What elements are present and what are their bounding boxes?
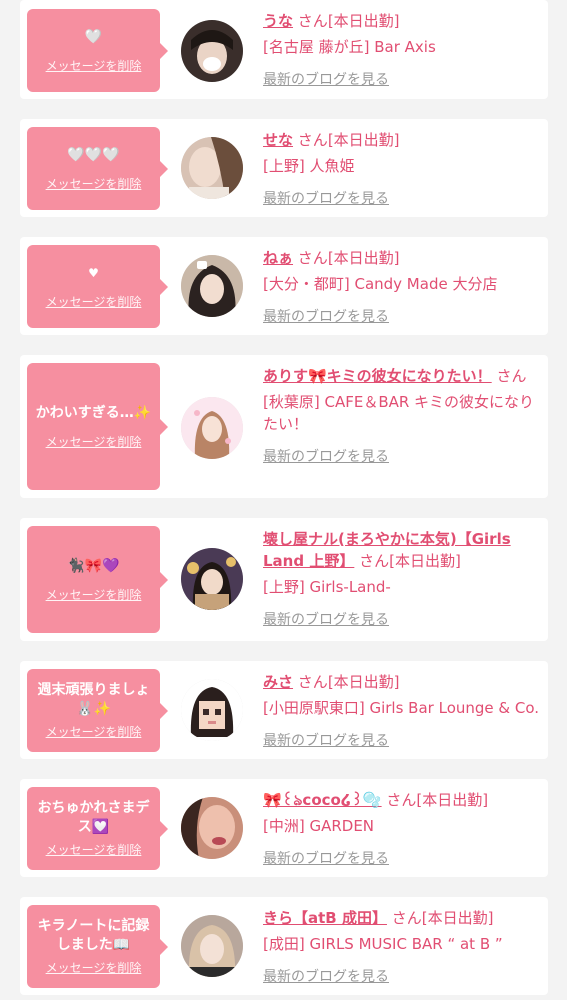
latest-blog-link[interactable]: 最新のブログを見る [263, 730, 543, 752]
cast-name-link[interactable]: きら【atB 成田】 [263, 909, 387, 927]
shop-info: [小田原駅東口] Girls Bar Lounge & Co. [263, 699, 540, 717]
avatar[interactable] [181, 679, 243, 741]
favorite-card: 🤍 メッセージを削除 うな さん[本日出勤] [名古屋 藤が丘] Bar Axi… [20, 0, 548, 99]
cast-name-link[interactable]: 🎀꒰ঌcoco໒꒱🫧 [263, 791, 382, 809]
message-text: 🤍 [84, 29, 103, 45]
on-duty-label: [本日出勤] [327, 12, 400, 30]
latest-blog-link[interactable]: 最新のブログを見る [263, 188, 543, 210]
message-text: 🐈‍⬛🎀💜 [67, 558, 120, 574]
cast-name-link[interactable]: ありす🎀キミの彼女になりたい！ [263, 367, 492, 385]
message-text: 🤍🤍🤍 [67, 147, 120, 163]
message-text: ♥ [88, 266, 99, 280]
shop-info: [名古屋 藤が丘] Bar Axis [263, 38, 436, 56]
message-text: キラノートに記録しました📖 [37, 918, 150, 953]
message-bubble: おちゅかれさまデス💟 メッセージを削除 [27, 787, 168, 870]
favorite-card: 週末頑張りましょ🐰✨ メッセージを削除 みさ さん[本日出勤] [小田原駅東口]… [20, 661, 548, 759]
latest-blog-link[interactable]: 最新のブログを見る [263, 609, 543, 631]
delete-message-link[interactable]: メッセージを削除 [46, 723, 142, 740]
shop-info: [中洲] GARDEN [263, 817, 375, 835]
san-suffix: さん [386, 791, 417, 809]
avatar[interactable] [181, 797, 243, 859]
message-bubble: 🤍🤍🤍 メッセージを削除 [27, 127, 168, 210]
on-duty-label: [本日出勤] [389, 552, 461, 570]
delete-message-link[interactable]: メッセージを削除 [46, 293, 142, 310]
cast-name-link[interactable]: うな [263, 12, 293, 30]
message-bubble: ♥ メッセージを削除 [27, 245, 168, 328]
on-duty-label: [本日出勤] [327, 673, 400, 691]
cast-name-link[interactable]: みさ [263, 673, 293, 691]
san-suffix: さん [297, 12, 328, 30]
message-bubble: キラノートに記録しました📖 メッセージを削除 [27, 905, 168, 988]
message-bubble: 🐈‍⬛🎀💜 メッセージを削除 [27, 526, 168, 633]
avatar[interactable] [181, 255, 243, 317]
delete-message-link[interactable]: メッセージを削除 [46, 433, 142, 450]
delete-message-link[interactable]: メッセージを削除 [46, 841, 142, 858]
message-bubble: 週末頑張りましょ🐰✨ メッセージを削除 [27, 669, 168, 752]
delete-message-link[interactable]: メッセージを削除 [46, 57, 142, 74]
message-bubble: かわいすぎる…✨ メッセージを削除 [27, 363, 168, 490]
latest-blog-link[interactable]: 最新のブログを見る [263, 69, 543, 91]
latest-blog-link[interactable]: 最新のブログを見る [263, 848, 543, 870]
shop-info: [上野] 人魚姫 [263, 157, 355, 175]
favorite-card: ♥ メッセージを削除 ねぁ さん[本日出勤] [大分・都町] Candy Mad… [20, 237, 548, 335]
avatar[interactable] [181, 137, 243, 199]
san-suffix: さん [297, 673, 328, 691]
avatar[interactable] [181, 20, 243, 82]
delete-message-link[interactable]: メッセージを削除 [46, 959, 142, 976]
avatar[interactable] [181, 915, 243, 977]
message-text: おちゅかれさまデス💟 [37, 800, 150, 835]
on-duty-label: [本日出勤] [327, 131, 400, 149]
favorite-card: かわいすぎる…✨ メッセージを削除 ありす🎀キミの彼女になりたい！ さん [秋葉… [20, 355, 548, 498]
message-text: かわいすぎる…✨ [35, 405, 152, 421]
avatar[interactable] [181, 548, 243, 610]
cast-name-link[interactable]: せな [263, 131, 293, 149]
favorite-card: 🐈‍⬛🎀💜 メッセージを削除 壊し屋ナル(まろやかに本気)【Girls Land… [20, 518, 548, 641]
delete-message-link[interactable]: メッセージを削除 [46, 175, 142, 192]
san-suffix: さん [359, 552, 390, 570]
shop-info: [成田] GIRLS MUSIC BAR “ at B ” [263, 935, 503, 953]
favorite-card: 🤍🤍🤍 メッセージを削除 せな さん[本日出勤] [上野] 人魚姫 最新のブログ… [20, 119, 548, 217]
san-suffix: さん [297, 131, 328, 149]
shop-info: [秋葉原] CAFE＆BAR キミの彼女になりたい！ [263, 393, 535, 433]
shop-info: [上野] Girls-Land- [263, 578, 391, 596]
san-suffix: さん [391, 909, 422, 927]
cast-name-link[interactable]: ねぁ [263, 249, 293, 267]
avatar[interactable] [181, 397, 243, 459]
on-duty-label: [本日出勤] [416, 791, 489, 809]
latest-blog-link[interactable]: 最新のブログを見る [263, 966, 543, 988]
favorite-card: おちゅかれさまデス💟 メッセージを削除 🎀꒰ঌcoco໒꒱🫧 さん[本日出勤] … [20, 779, 548, 877]
message-bubble: 🤍 メッセージを削除 [27, 9, 168, 92]
latest-blog-link[interactable]: 最新のブログを見る [263, 306, 543, 328]
favorite-card: キラノートに記録しました📖 メッセージを削除 きら【atB 成田】 さん[本日出… [20, 897, 548, 995]
on-duty-label: [本日出勤] [421, 909, 494, 927]
delete-message-link[interactable]: メッセージを削除 [46, 586, 142, 603]
message-text: 週末頑張りましょ🐰✨ [37, 682, 150, 717]
san-suffix: さん [297, 249, 328, 267]
san-suffix: さん [496, 367, 527, 385]
latest-blog-link[interactable]: 最新のブログを見る [263, 446, 543, 468]
on-duty-label: [本日出勤] [327, 249, 400, 267]
shop-info: [大分・都町] Candy Made 大分店 [263, 275, 498, 293]
